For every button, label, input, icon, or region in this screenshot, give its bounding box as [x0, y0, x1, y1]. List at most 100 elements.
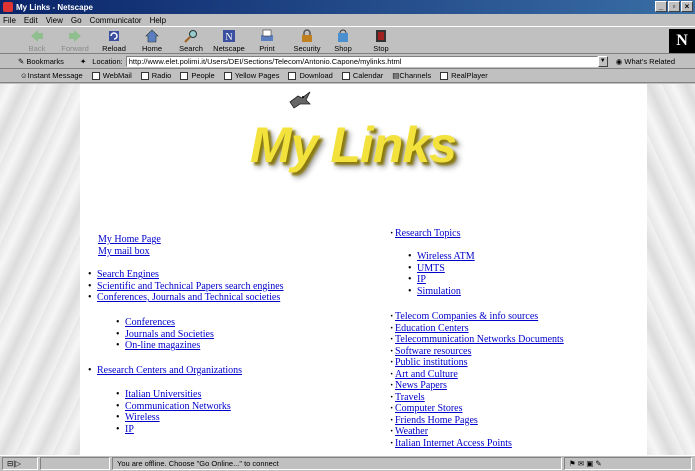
forward-button[interactable]: Forward — [56, 28, 94, 54]
link-italian-universities[interactable]: Italian Universities — [125, 389, 201, 400]
list-item: IP — [116, 424, 231, 436]
bookmarks-button[interactable]: ✎ Bookmarks — [18, 57, 80, 66]
link-weather[interactable]: Weather — [395, 426, 428, 437]
list-item: Software resources — [390, 346, 564, 358]
download-button[interactable]: Download — [288, 71, 333, 80]
location-bar: ✎ Bookmarks ✦ Location: http://www.elet.… — [0, 54, 695, 69]
people-icon: ☺ — [20, 71, 28, 80]
menu-edit[interactable]: Edit — [24, 16, 38, 25]
link-simulation[interactable]: Simulation — [417, 286, 461, 297]
page-proxy-icon[interactable]: ✦ — [80, 57, 86, 66]
link-research-centers[interactable]: Research Centers and Organizations — [97, 365, 242, 376]
netscape-button[interactable]: N Netscape — [210, 28, 248, 54]
channels-button[interactable]: ▤ Channels — [392, 71, 431, 80]
bookmark-page-icon — [180, 71, 189, 80]
url-dropdown-button[interactable]: ▼ — [597, 55, 608, 67]
link-computer-stores[interactable]: Computer Stores — [395, 403, 463, 414]
reload-icon — [109, 31, 119, 41]
radio-button[interactable]: Radio — [140, 71, 171, 80]
link-friends-home-pages[interactable]: Friends Home Pages — [395, 415, 478, 426]
link-art-culture[interactable]: Art and Culture — [395, 369, 458, 380]
home-button[interactable]: Home — [133, 28, 171, 54]
back-button[interactable]: Back — [18, 28, 56, 54]
shop-bag-icon — [338, 29, 348, 42]
bird-logo-icon — [289, 91, 311, 109]
link-telecom-documents[interactable]: Telecommunication Networks Documents — [395, 334, 564, 345]
back-arrow-icon — [31, 30, 43, 42]
people-button[interactable]: People — [180, 71, 215, 80]
composer-icon[interactable]: ✎ — [595, 459, 601, 468]
progress-cell — [40, 457, 110, 470]
menu-file[interactable]: File — [3, 16, 16, 25]
netscape-n-icon: N — [223, 30, 235, 43]
list-item: Art and Culture — [390, 369, 564, 381]
link-search-engines[interactable]: Search Engines — [97, 269, 159, 280]
link-travels[interactable]: Travels — [395, 392, 425, 403]
url-input[interactable]: http://www.elet.polimi.it/Users/DEI/Sect… — [125, 55, 598, 67]
list-item: UMTS — [408, 263, 475, 275]
right-background-stripe — [647, 84, 695, 455]
maximize-button[interactable]: ▫ — [668, 1, 680, 12]
list-item: Conferences, Journals and Technical soci… — [88, 292, 284, 304]
minimize-button[interactable]: _ — [655, 1, 667, 12]
list-item: Communication Networks — [116, 401, 231, 413]
link-software-resources[interactable]: Software resources — [395, 346, 471, 357]
link-wireless[interactable]: Wireless — [125, 412, 160, 423]
close-button[interactable]: × — [681, 1, 693, 12]
search-button[interactable]: Search — [172, 28, 210, 54]
address-book-icon[interactable]: ▣ — [586, 459, 595, 468]
yellow-pages-button[interactable]: Yellow Pages — [223, 71, 279, 80]
main-links-list: Search Engines Scientific and Technical … — [88, 269, 284, 304]
list-item: Computer Stores — [390, 403, 564, 415]
list-item: Public institutions — [390, 357, 564, 369]
bookmark-page-icon — [341, 71, 350, 80]
link-education-centers[interactable]: Education Centers — [395, 323, 469, 334]
link-umts[interactable]: UMTS — [417, 263, 445, 274]
menu-go[interactable]: Go — [71, 16, 82, 25]
stop-button[interactable]: Stop — [362, 28, 400, 54]
navigator-icon[interactable]: ⚑ — [569, 459, 578, 468]
link-public-institutions[interactable]: Public institutions — [395, 357, 468, 368]
shop-button[interactable]: Shop — [324, 28, 362, 54]
link-journals-societies[interactable]: Journals and Societies — [125, 329, 214, 340]
instant-message-button[interactable]: ☺ Instant Message — [20, 71, 83, 80]
status-bar: ⊟|▷ You are offline. Choose "Go Online..… — [0, 455, 695, 471]
connection-indicator[interactable]: ⊟|▷ — [2, 457, 38, 470]
list-item: Telecommunication Networks Documents — [390, 334, 564, 346]
link-conferences-journals[interactable]: Conferences, Journals and Technical soci… — [97, 292, 280, 303]
whats-related-button[interactable]: ◉ What's Related — [616, 57, 675, 66]
netscape-logo: N — [669, 29, 695, 53]
forward-arrow-icon — [69, 30, 81, 42]
security-button[interactable]: Security — [288, 28, 326, 54]
link-my-mail-box[interactable]: My mail box — [98, 246, 150, 257]
print-button[interactable]: Print — [248, 28, 286, 54]
link-my-home-page[interactable]: My Home Page — [98, 234, 161, 245]
link-ip[interactable]: IP — [125, 424, 134, 435]
link-wireless-atm[interactable]: Wireless ATM — [417, 251, 475, 262]
reload-button[interactable]: Reload — [95, 28, 133, 54]
calendar-button[interactable]: Calendar — [341, 71, 383, 80]
webmail-button[interactable]: WebMail — [91, 71, 132, 80]
link-online-magazines[interactable]: On-line magazines — [125, 340, 200, 351]
list-item: Travels — [390, 392, 564, 404]
realplayer-button[interactable]: RealPlayer — [440, 71, 488, 80]
search-icon — [184, 30, 197, 43]
resources-list: Telecom Companies & info sources Educati… — [390, 311, 564, 449]
menu-communicator[interactable]: Communicator — [90, 16, 142, 25]
link-conferences[interactable]: Conferences — [125, 317, 175, 328]
list-item: Conferences — [116, 317, 214, 329]
list-item: Simulation — [408, 286, 475, 298]
mail-icon[interactable]: ✉ — [578, 459, 586, 468]
link-internet-access-points[interactable]: Italian Internet Access Points — [395, 438, 512, 449]
link-topic-ip[interactable]: IP — [417, 274, 426, 285]
link-communication-networks[interactable]: Communication Networks — [125, 401, 231, 412]
link-research-topics[interactable]: Research Topics — [395, 228, 460, 239]
link-news-papers[interactable]: News Papers — [395, 380, 447, 391]
list-item: IP — [408, 274, 475, 286]
link-telecom-companies[interactable]: Telecom Companies & info sources — [395, 311, 538, 322]
link-papers-search[interactable]: Scientific and Technical Papers search e… — [97, 281, 284, 292]
menu-help[interactable]: Help — [150, 16, 166, 25]
menu-view[interactable]: View — [46, 16, 63, 25]
svg-text:N: N — [225, 32, 232, 43]
bookmark-page-icon — [140, 71, 149, 80]
